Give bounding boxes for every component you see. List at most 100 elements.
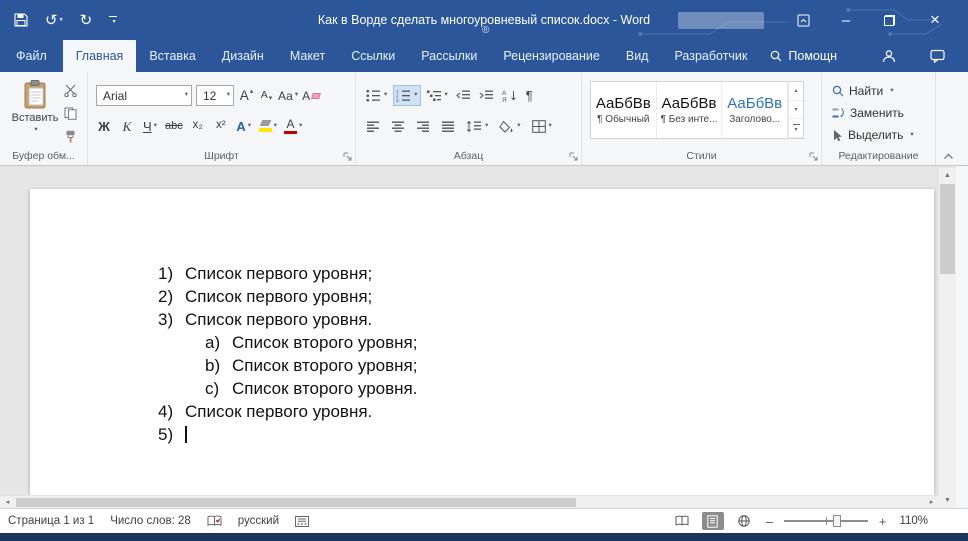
page-indicator[interactable]: Страница 1 из 1 bbox=[8, 515, 94, 527]
font-family-combobox[interactable]: Arial ▾ bbox=[96, 85, 192, 106]
justify-button[interactable] bbox=[439, 116, 457, 137]
tab-mailings[interactable]: Рассылки bbox=[408, 40, 490, 72]
replace-button[interactable]: Заменить bbox=[832, 106, 904, 120]
paste-button[interactable]: Вставить ▾ bbox=[8, 80, 62, 134]
font-color-button[interactable]: А ▾ bbox=[284, 116, 302, 136]
status-left: Страница 1 из 1 Число слов: 28 русский bbox=[8, 509, 310, 533]
zoom-slider-thumb[interactable] bbox=[832, 515, 841, 527]
text-highlight-button[interactable]: ▾ bbox=[258, 116, 277, 136]
bullets-button[interactable]: ▾ bbox=[364, 85, 389, 106]
zoom-slider[interactable] bbox=[783, 515, 868, 527]
tell-me-search[interactable]: Помощн bbox=[760, 40, 847, 72]
italic-button[interactable]: К bbox=[119, 116, 135, 136]
style-normal[interactable]: АаБбВв ¶ Обычный bbox=[591, 82, 657, 138]
ribbon-display-options-button[interactable] bbox=[786, 0, 820, 40]
horizontal-scrollbar[interactable]: ◂ ▸ bbox=[0, 495, 939, 508]
style-no-spacing[interactable]: АаБбВв ¶ Без инте... bbox=[657, 82, 723, 138]
undo-button[interactable]: ↺ ▾ bbox=[45, 13, 63, 28]
web-layout-button[interactable] bbox=[733, 512, 755, 530]
decrease-indent-button[interactable] bbox=[454, 85, 473, 106]
multilevel-list-button[interactable]: ▾ bbox=[425, 85, 450, 106]
align-center-button[interactable] bbox=[389, 116, 407, 137]
styles-scroll-down-button[interactable]: ▾ bbox=[789, 101, 804, 120]
print-layout-button[interactable] bbox=[701, 512, 724, 530]
find-button[interactable]: Найти ▾ bbox=[832, 84, 894, 98]
restore-button[interactable] bbox=[872, 0, 906, 40]
shrink-font-button[interactable]: А ▾ bbox=[258, 86, 274, 106]
language-indicator[interactable]: русский bbox=[238, 515, 279, 527]
read-mode-button[interactable] bbox=[671, 512, 693, 530]
redo-button[interactable]: ↻ bbox=[80, 13, 93, 28]
list-text: Список первого уровня. bbox=[185, 310, 373, 329]
styles-dialog-launcher[interactable] bbox=[809, 152, 818, 161]
watermark-registered-mark: ® bbox=[482, 25, 490, 36]
vertical-scrollbar[interactable]: ▲ ▼ bbox=[939, 168, 956, 508]
chevron-down-icon: ▾ bbox=[910, 130, 914, 138]
tab-developer[interactable]: Разработчик bbox=[661, 40, 760, 72]
text-cursor bbox=[185, 426, 187, 443]
font-dialog-launcher[interactable] bbox=[343, 152, 352, 161]
document-page[interactable]: 1) Список первого уровня; 2) Список первог… bbox=[30, 189, 934, 495]
editing-group: Найти ▾ Заменить Выделить ▾ Редактирован… bbox=[822, 72, 936, 165]
tab-layout[interactable]: Макет bbox=[277, 40, 338, 72]
tab-view[interactable]: Вид bbox=[613, 40, 662, 72]
format-painter-button[interactable] bbox=[64, 130, 77, 143]
macro-recording-button[interactable] bbox=[295, 515, 310, 527]
paragraph-dialog-launcher[interactable] bbox=[569, 152, 578, 161]
zoom-level[interactable]: 110% bbox=[899, 515, 928, 527]
increase-indent-button[interactable] bbox=[477, 85, 496, 106]
chevron-down-icon: ▾ bbox=[517, 122, 521, 130]
superscript-button[interactable]: x² bbox=[213, 116, 229, 136]
comments-button[interactable] bbox=[920, 40, 954, 72]
strikethrough-button[interactable]: abc bbox=[165, 116, 183, 136]
account-button[interactable] bbox=[872, 40, 906, 72]
tab-insert[interactable]: Вставка bbox=[136, 40, 208, 72]
show-formatting-marks-button[interactable]: ¶ bbox=[524, 85, 535, 106]
borders-button[interactable]: ▾ bbox=[530, 116, 554, 137]
align-left-button[interactable] bbox=[364, 116, 382, 137]
numbering-button[interactable]: 123 ▾ bbox=[393, 85, 421, 106]
proofing-status-button[interactable] bbox=[207, 515, 222, 528]
tab-references[interactable]: Ссылки bbox=[338, 40, 408, 72]
scroll-right-button[interactable]: ▸ bbox=[924, 496, 939, 508]
tab-home[interactable]: Главная bbox=[62, 40, 137, 72]
vertical-scrollbar-thumb[interactable] bbox=[940, 184, 955, 274]
horizontal-scrollbar-thumb[interactable] bbox=[16, 498, 576, 507]
font-size-combobox[interactable]: 12 ▾ bbox=[196, 85, 234, 106]
scroll-up-button[interactable]: ▲ bbox=[939, 168, 956, 183]
select-button[interactable]: Выделить ▾ bbox=[832, 128, 914, 142]
word-count[interactable]: Число слов: 28 bbox=[110, 515, 191, 527]
scroll-left-button[interactable]: ◂ bbox=[0, 496, 15, 508]
save-button[interactable] bbox=[14, 13, 28, 27]
grow-font-button[interactable]: А ▴ bbox=[238, 86, 254, 106]
sort-button[interactable]: АЯ bbox=[500, 85, 520, 106]
bold-button[interactable]: Ж bbox=[96, 116, 112, 136]
clear-formatting-button[interactable]: А bbox=[302, 86, 322, 106]
customize-quick-access-button[interactable]: ▾ bbox=[109, 16, 117, 25]
zoom-in-button[interactable]: + bbox=[877, 514, 889, 529]
subscript-button[interactable]: x₂ bbox=[190, 116, 206, 136]
tab-design[interactable]: Дизайн bbox=[209, 40, 277, 72]
close-button[interactable]: × bbox=[918, 0, 952, 40]
underline-button[interactable]: Ч ▾ bbox=[142, 116, 158, 136]
tab-file[interactable]: Файл bbox=[0, 40, 63, 72]
minimize-button[interactable]: – bbox=[829, 0, 863, 40]
style-name: Заголово... bbox=[729, 114, 781, 125]
line-spacing-button[interactable]: ▾ bbox=[464, 116, 490, 137]
scroll-down-button[interactable]: ▼ bbox=[939, 493, 956, 508]
styles-scroll-up-button[interactable]: ▴ bbox=[789, 82, 804, 101]
zoom-out-button[interactable]: – bbox=[764, 514, 775, 529]
align-right-button[interactable] bbox=[414, 116, 432, 137]
collapse-ribbon-button[interactable] bbox=[943, 153, 954, 160]
cut-button[interactable] bbox=[64, 84, 77, 97]
shading-button[interactable]: ▾ bbox=[497, 116, 522, 137]
style-heading1[interactable]: АаБбВв Заголово... bbox=[722, 82, 789, 138]
text-effects-button[interactable]: А ▾ bbox=[236, 116, 252, 136]
svg-text:3: 3 bbox=[396, 98, 399, 102]
format-painter-icon bbox=[66, 130, 75, 143]
change-case-button[interactable]: Аа ▾ bbox=[278, 86, 298, 106]
copy-button[interactable] bbox=[64, 107, 77, 120]
tab-review[interactable]: Рецензирование bbox=[490, 40, 613, 72]
status-right: – + 110% bbox=[671, 509, 928, 533]
styles-more-button[interactable]: ▾ bbox=[789, 119, 804, 139]
